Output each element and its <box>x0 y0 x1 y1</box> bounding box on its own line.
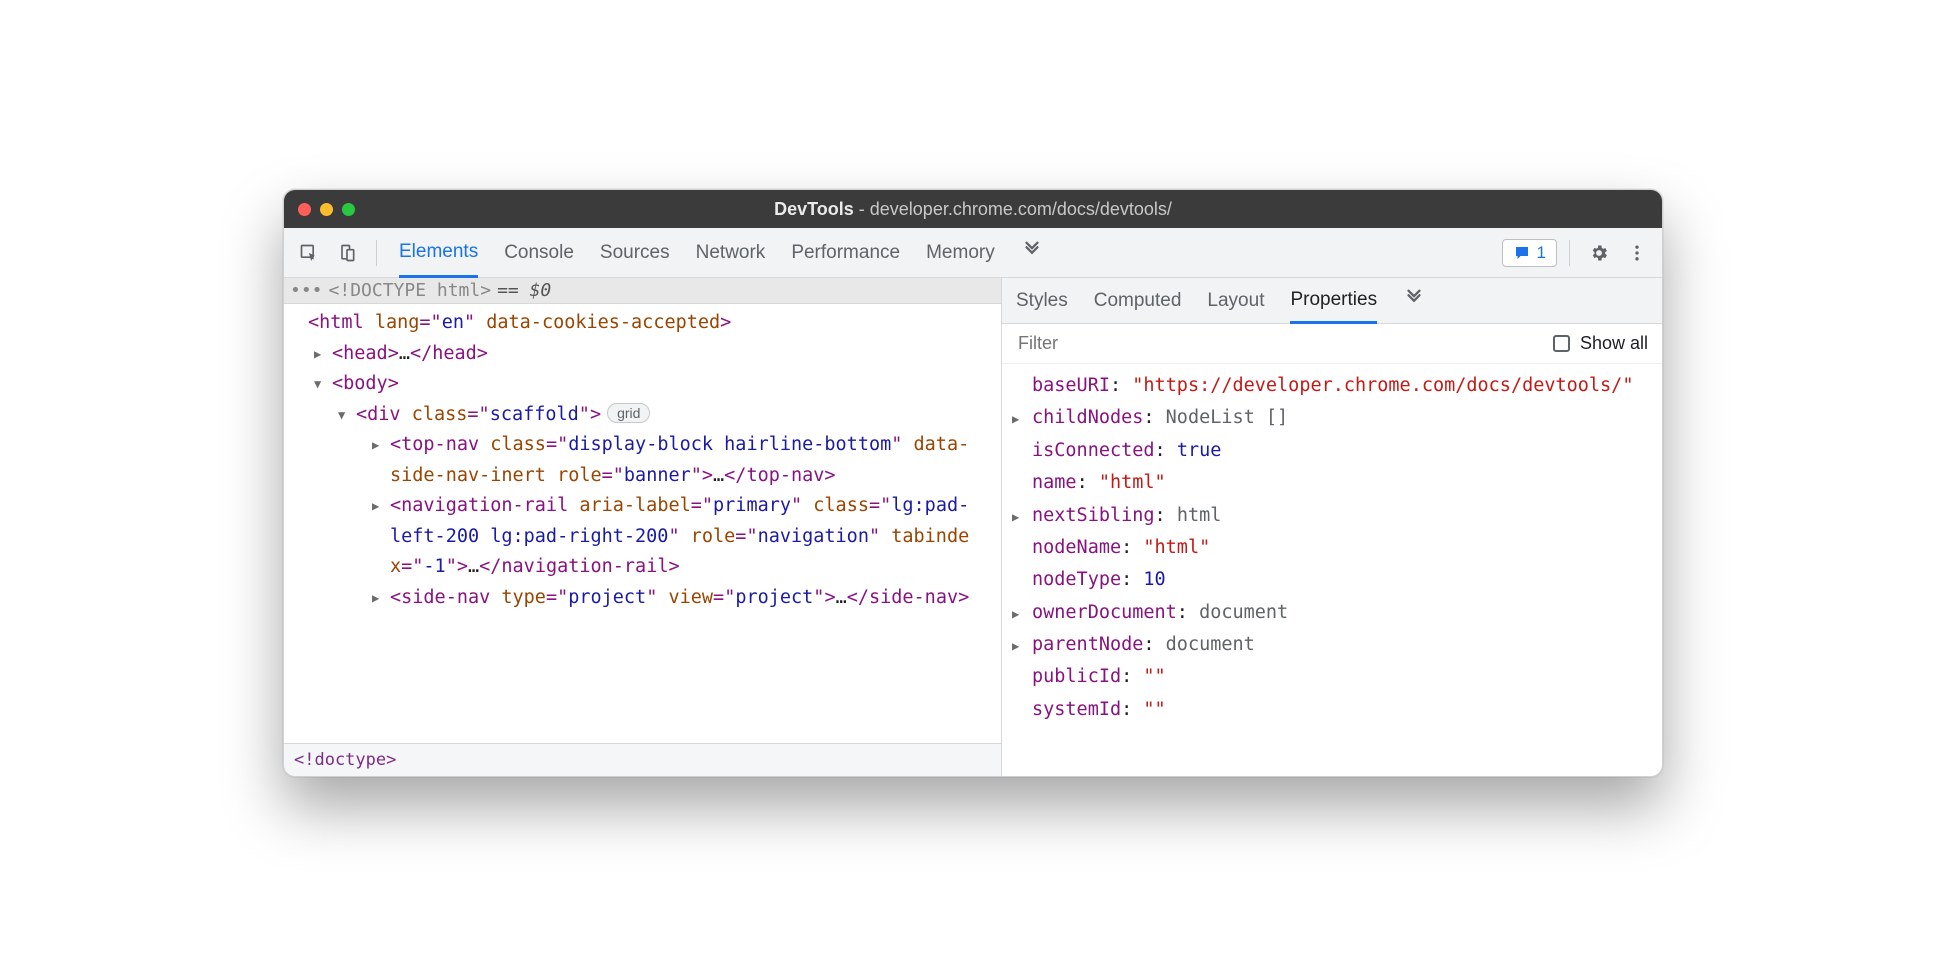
show-all-checkbox[interactable] <box>1553 335 1570 352</box>
main-toolbar: Elements Console Sources Network Perform… <box>284 228 1662 278</box>
issues-badge[interactable]: 1 <box>1502 239 1557 267</box>
filter-row: Show all <box>1002 324 1662 364</box>
prop-nodename[interactable]: nodeName: "html" <box>1010 532 1654 564</box>
prop-childnodes[interactable]: childNodes: NodeList [] <box>1010 402 1654 434</box>
selected-node-ellipsis: ••• <box>290 280 323 301</box>
tab-network[interactable]: Network <box>696 228 766 278</box>
selected-node-eq: == $0 <box>497 280 551 301</box>
expand-toggle-icon[interactable] <box>372 497 379 517</box>
grid-badge[interactable]: grid <box>607 403 650 423</box>
expand-toggle-icon[interactable] <box>1012 636 1019 657</box>
tab-styles[interactable]: Styles <box>1016 278 1068 324</box>
elements-panel: ••• <!DOCTYPE html> == $0 <html lang="en… <box>284 278 1002 776</box>
prop-name[interactable]: name: "html" <box>1010 467 1654 499</box>
inspect-element-icon[interactable] <box>292 236 326 270</box>
prop-parentnode[interactable]: parentNode: document <box>1010 629 1654 661</box>
titlebar: DevTools - developer.chrome.com/docs/dev… <box>284 190 1662 228</box>
show-all-label: Show all <box>1580 333 1648 354</box>
tab-elements[interactable]: Elements <box>399 228 478 278</box>
panels-body: ••• <!DOCTYPE html> == $0 <html lang="en… <box>284 278 1662 776</box>
sidebar-tabs: Styles Computed Layout Properties <box>1002 278 1662 324</box>
selected-node-bar[interactable]: ••• <!DOCTYPE html> == $0 <box>284 278 1001 304</box>
tab-memory[interactable]: Memory <box>926 228 995 278</box>
devtools-window: DevTools - developer.chrome.com/docs/dev… <box>283 189 1663 777</box>
selected-node-doctype: <!DOCTYPE html> <box>329 280 492 301</box>
expand-toggle-icon[interactable] <box>372 436 379 456</box>
tab-layout[interactable]: Layout <box>1207 278 1264 324</box>
issues-count: 1 <box>1537 243 1546 263</box>
breadcrumb[interactable]: <!doctype> <box>284 743 1001 776</box>
dom-body-node[interactable]: <body> <div class="scaffold">grid <top-n… <box>308 369 991 613</box>
prop-baseuri[interactable]: baseURI: "https://developer.chrome.com/d… <box>1010 370 1654 402</box>
main-tabs: Elements Console Sources Network Perform… <box>389 228 1498 278</box>
expand-toggle-icon[interactable] <box>372 589 379 609</box>
dom-tree[interactable]: <html lang="en" data-cookies-accepted> <… <box>284 304 1001 743</box>
sidebar-panel: Styles Computed Layout Properties Show a… <box>1002 278 1662 776</box>
settings-icon[interactable] <box>1582 236 1616 270</box>
prop-isconnected[interactable]: isConnected: true <box>1010 435 1654 467</box>
dom-top-nav[interactable]: <top-nav class="display-block hairline-b… <box>356 430 981 491</box>
prop-systemid[interactable]: systemId: "" <box>1010 694 1654 726</box>
expand-toggle-icon[interactable] <box>338 406 345 426</box>
tab-console[interactable]: Console <box>504 228 574 278</box>
dom-html-node[interactable]: <html lang="en" data-cookies-accepted> <… <box>284 308 1001 613</box>
tab-computed[interactable]: Computed <box>1094 278 1182 324</box>
expand-toggle-icon[interactable] <box>314 375 321 395</box>
prop-publicid[interactable]: publicId: "" <box>1010 661 1654 693</box>
dom-div-scaffold[interactable]: <div class="scaffold">grid <top-nav clas… <box>332 400 991 614</box>
dom-navigation-rail[interactable]: <navigation-rail aria-label="primary" cl… <box>356 491 981 583</box>
prop-ownerdocument[interactable]: ownerDocument: document <box>1010 597 1654 629</box>
expand-toggle-icon[interactable] <box>1012 604 1019 625</box>
filter-input[interactable] <box>1016 332 1543 355</box>
prop-nextsibling[interactable]: nextSibling: html <box>1010 500 1654 532</box>
kebab-menu-icon[interactable] <box>1620 236 1654 270</box>
tab-sources[interactable]: Sources <box>600 228 670 278</box>
expand-toggle-icon[interactable] <box>314 345 321 365</box>
dom-side-nav[interactable]: <side-nav type="project" view="project">… <box>356 583 981 614</box>
more-tabs-icon[interactable] <box>1021 239 1043 267</box>
tab-performance[interactable]: Performance <box>791 228 900 278</box>
window-title-rest: - developer.chrome.com/docs/devtools/ <box>854 199 1172 219</box>
properties-list[interactable]: baseURI: "https://developer.chrome.com/d… <box>1002 364 1662 736</box>
device-toggle-icon[interactable] <box>330 236 364 270</box>
toolbar-separator <box>1569 240 1570 266</box>
prop-nodetype[interactable]: nodeType: 10 <box>1010 564 1654 596</box>
breadcrumb-item[interactable]: <!doctype> <box>294 750 396 770</box>
toolbar-separator <box>376 240 377 266</box>
dom-head-node[interactable]: <head>…</head> <box>308 339 991 370</box>
expand-toggle-icon[interactable] <box>1012 507 1019 528</box>
tab-properties[interactable]: Properties <box>1290 278 1377 324</box>
window-title: DevTools - developer.chrome.com/docs/dev… <box>284 199 1662 220</box>
more-sidebar-tabs-icon[interactable] <box>1403 287 1425 315</box>
expand-toggle-icon[interactable] <box>1012 409 1019 430</box>
window-title-prefix: DevTools <box>774 199 854 219</box>
